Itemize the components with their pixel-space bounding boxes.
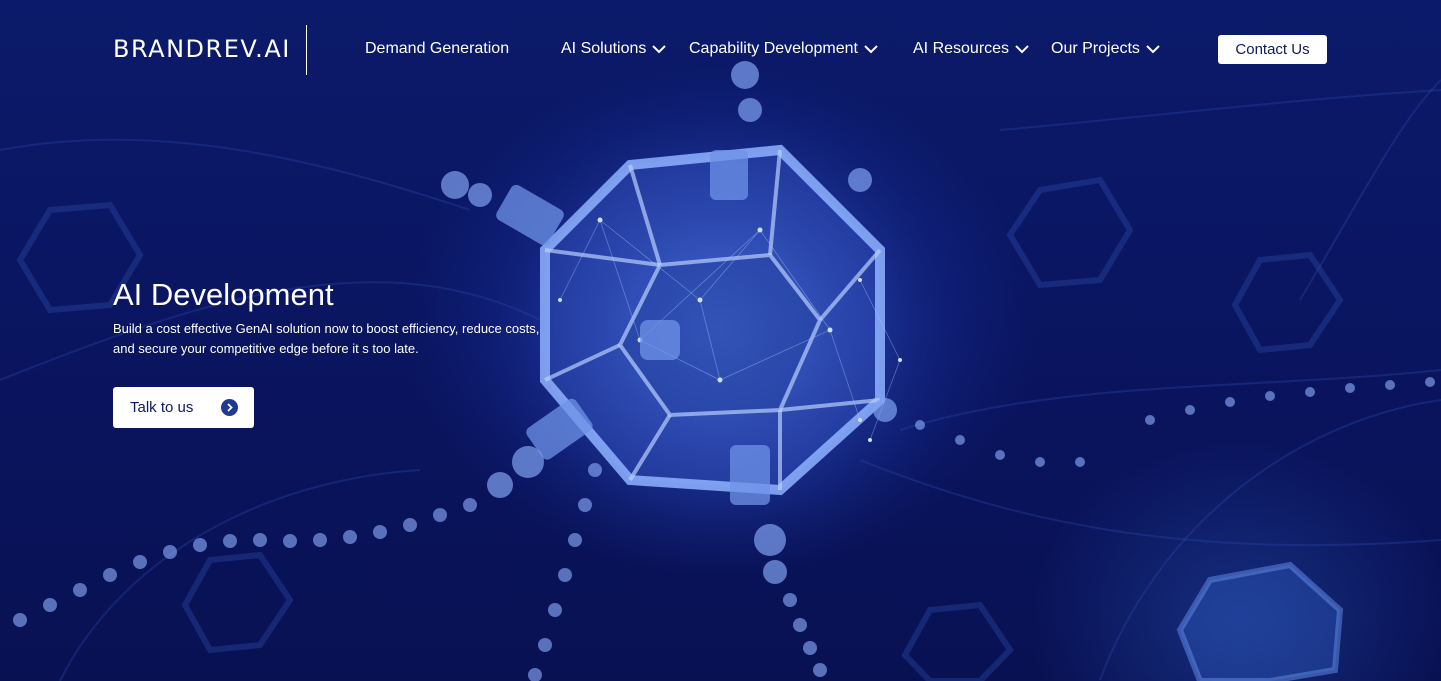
nav-item-demand-generation[interactable]: Demand Generation <box>365 38 509 60</box>
brand-logo[interactable]: BRANDREV.AI <box>113 35 291 63</box>
chevron-down-icon <box>864 45 878 54</box>
nav-item-our-projects[interactable]: Our Projects <box>1051 38 1160 60</box>
nav-item-label: AI Solutions <box>561 40 647 57</box>
cta-label: Talk to us <box>130 399 194 416</box>
talk-to-us-button[interactable]: Talk to us <box>113 387 254 428</box>
logo-divider <box>306 25 307 75</box>
nav-item-label: Our Projects <box>1051 40 1140 57</box>
chevron-down-icon <box>652 45 667 54</box>
nav-item-capability-development[interactable]: Capability Development <box>689 38 878 60</box>
hero-title: AI Development <box>113 277 334 312</box>
chevron-down-icon <box>1146 45 1160 54</box>
contact-us-button[interactable]: Contact Us <box>1218 35 1327 64</box>
site-header: BRANDREV.AI Demand Generation AI Solutio… <box>0 0 1441 100</box>
chevron-down-icon <box>1015 45 1029 54</box>
arrow-right-circle-icon <box>221 399 238 416</box>
nav-item-label: AI Resources <box>913 40 1010 57</box>
nav-item-label: Capability Development <box>689 40 858 57</box>
nav-item-ai-solutions[interactable]: AI Solutions <box>561 38 667 60</box>
hero-subtitle: Build a cost effective GenAI solution no… <box>113 321 540 356</box>
nav-item-ai-resources[interactable]: AI Resources <box>913 38 1029 60</box>
nav-item-label: Demand Generation <box>365 40 510 57</box>
